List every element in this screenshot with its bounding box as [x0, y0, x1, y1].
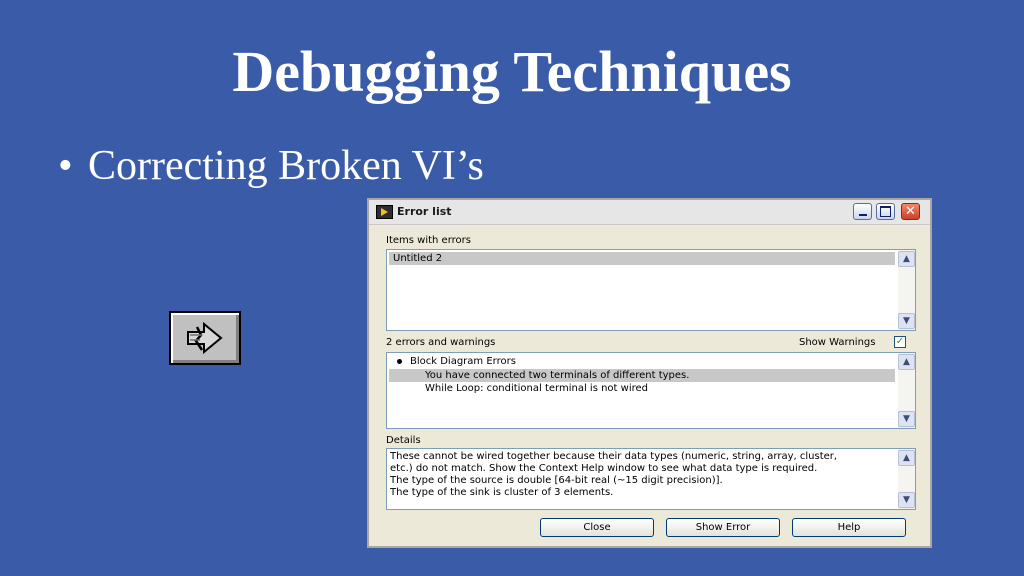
help-button[interactable]: Help	[792, 518, 906, 537]
details-line: The type of the sink is cluster of 3 ele…	[390, 487, 614, 498]
bullet-marker: •	[58, 143, 73, 189]
errors-scrollbar[interactable]: ▲ ▼	[898, 353, 915, 428]
errors-count-label: 2 errors and warnings	[386, 337, 496, 348]
close-window-button[interactable]: ✕	[901, 203, 920, 220]
list-item[interactable]: Untitled 2	[389, 252, 895, 265]
errors-list[interactable]: Block Diagram Errors You have connected …	[386, 352, 916, 429]
scroll-up-icon[interactable]: ▲	[898, 251, 915, 267]
scroll-up-icon[interactable]: ▲	[898, 354, 915, 370]
labview-icon	[376, 205, 393, 219]
minimize-button[interactable]	[853, 203, 872, 220]
details-textbox[interactable]: These cannot be wired together because t…	[386, 448, 916, 510]
bullet-item: • Correcting Broken VI’s	[58, 142, 484, 190]
details-scrollbar[interactable]: ▲ ▼	[898, 449, 915, 509]
maximize-icon	[880, 206, 891, 217]
scroll-down-icon[interactable]: ▼	[898, 411, 915, 427]
list-item[interactable]: You have connected two terminals of diff…	[389, 369, 895, 382]
scroll-up-icon[interactable]: ▲	[898, 450, 915, 466]
window-title: Error list	[397, 205, 452, 218]
items-scrollbar[interactable]: ▲ ▼	[898, 250, 915, 330]
maximize-button[interactable]	[876, 203, 895, 220]
items-with-errors-label: Items with errors	[386, 235, 471, 246]
show-error-button[interactable]: Show Error	[666, 518, 780, 537]
list-item[interactable]: While Loop: conditional terminal is not …	[389, 382, 895, 395]
list-item[interactable]: Block Diagram Errors	[389, 355, 895, 368]
broken-run-arrow-icon	[187, 321, 223, 355]
close-button[interactable]: Close	[540, 518, 654, 537]
checkmark-icon: ✓	[895, 336, 905, 347]
minimize-icon	[858, 214, 867, 216]
items-list[interactable]: Untitled 2 ▲ ▼	[386, 249, 916, 331]
broken-run-button[interactable]	[169, 311, 241, 365]
bullet-icon	[397, 358, 402, 364]
scroll-down-icon[interactable]: ▼	[898, 492, 915, 508]
error-list-window: Error list ✕ Items with errors Untitled …	[367, 198, 932, 548]
show-warnings-checkbox[interactable]: ✓	[894, 336, 906, 348]
bullet-text: Correcting Broken VI’s	[88, 143, 484, 189]
error-group-label: Block Diagram Errors	[410, 356, 516, 367]
show-warnings-label: Show Warnings	[799, 337, 876, 348]
scroll-down-icon[interactable]: ▼	[898, 313, 915, 329]
window-titlebar[interactable]: Error list ✕	[369, 200, 930, 225]
slide-title: Debugging Techniques	[232, 39, 792, 104]
close-icon: ✕	[905, 204, 916, 219]
details-label: Details	[386, 435, 421, 446]
